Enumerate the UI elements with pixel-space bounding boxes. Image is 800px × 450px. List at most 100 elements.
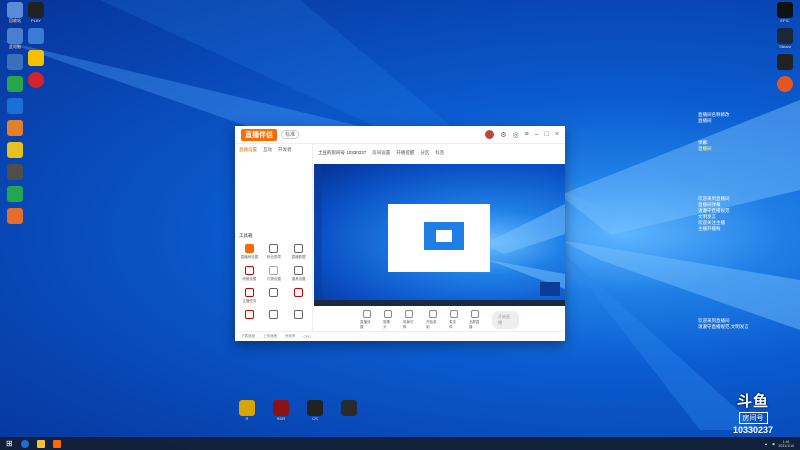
desktop-icon[interactable] [2, 186, 28, 203]
network-icon[interactable]: ▲ [764, 442, 767, 446]
tool-icon [244, 310, 254, 319]
close-icon[interactable]: × [555, 131, 559, 138]
desktop-icon[interactable] [23, 28, 49, 45]
system-tray: ▲ ◀ 1:41 2021/1/10 [764, 440, 794, 448]
desktop-icon[interactable] [23, 72, 49, 89]
task-icon [244, 288, 254, 297]
gift-icon [269, 266, 279, 275]
taskbar: ⊞ ▲ ◀ 1:41 2021/1/10 [0, 437, 800, 450]
desktop-icon[interactable] [336, 400, 362, 421]
left-tabs: 直播设置 互动 开发者 [235, 144, 312, 156]
avatar[interactable] [485, 130, 495, 139]
wechat-icon [7, 186, 23, 202]
camera-button[interactable]: 摄像头 [383, 310, 393, 330]
left-panel: 直播设置 互动 开发者 工具箱 直播间设置 粉丝勋章 直播数据 房管设置 礼物设… [235, 144, 313, 331]
room-meta-item[interactable]: 分区 [420, 150, 429, 156]
menu-icon[interactable]: ≡ [525, 131, 529, 138]
tool-item[interactable]: 道具设置 [286, 266, 311, 282]
desktop-icon[interactable] [2, 208, 28, 225]
settings-icon[interactable]: ⚙ [500, 131, 506, 139]
tool-item[interactable]: 礼物设置 [262, 266, 287, 282]
record-button[interactable]: 开始录制 [426, 310, 439, 330]
app-icon [28, 28, 44, 44]
desktop-icon[interactable] [772, 76, 798, 93]
tool-item[interactable] [286, 288, 311, 304]
explorer-taskbar-icon[interactable] [36, 439, 45, 448]
clock[interactable]: 1:41 2021/1/10 [778, 440, 794, 448]
app-icon [777, 76, 793, 92]
maximize-icon[interactable]: □ [545, 131, 549, 138]
live-settings-button[interactable]: 直播设置 [360, 310, 373, 330]
preview-desktop [314, 164, 565, 306]
tool-item[interactable]: 房管设置 [237, 266, 262, 282]
tool-item[interactable]: 直播数据 [286, 244, 311, 260]
app-icon [7, 120, 23, 136]
overlay-text-top: 直播间名称修改 直播间 [698, 112, 730, 123]
desktop-icon[interactable] [23, 50, 49, 67]
scene-button[interactable]: 场景切换 [403, 310, 416, 330]
mic-icon [450, 310, 459, 318]
tab-interact[interactable]: 互动 [263, 147, 272, 153]
app-icon [28, 2, 44, 18]
fullscreen-button[interactable]: 全屏直播 [469, 310, 482, 330]
app-icon [7, 164, 23, 180]
version-badge[interactable]: 标准 [281, 130, 300, 139]
room-meta-item[interactable]: 标签 [435, 150, 444, 156]
desktop-icon[interactable] [2, 120, 28, 137]
room-meta-item[interactable]: 房间设置 [372, 150, 390, 156]
room-settings-icon [244, 244, 254, 253]
desktop-icon[interactable]: RDR [268, 400, 294, 421]
desktop-icon[interactable] [2, 98, 28, 115]
tool-item[interactable] [237, 310, 262, 321]
data-icon [294, 244, 304, 253]
desktop-icons-bottom: R RDR CS [234, 400, 362, 426]
tool-item[interactable] [286, 310, 311, 321]
tool-item[interactable]: 主播任务 [237, 288, 262, 304]
tool-item[interactable] [262, 310, 287, 321]
app-icon [777, 54, 793, 70]
scene-icon [405, 310, 414, 318]
desktop-icon[interactable] [772, 54, 798, 71]
monitor-icon [362, 310, 371, 318]
tool-item[interactable]: 粉丝勋章 [262, 244, 287, 260]
desktop-icon[interactable]: EPIC [772, 2, 798, 23]
tool-item[interactable] [262, 288, 287, 304]
rdr-icon [273, 400, 289, 416]
desktop-icon[interactable]: PLAY [23, 2, 49, 23]
tab-live-settings[interactable]: 直播设置 [239, 147, 257, 153]
desktop-icon[interactable] [2, 142, 28, 159]
app-taskbar-icon[interactable] [52, 439, 61, 448]
skin-icon[interactable]: ◎ [513, 131, 519, 139]
app-icon [7, 142, 23, 158]
minimize-icon[interactable]: – [535, 131, 539, 138]
overlay-text-chat: 弹幕: 直播间 [698, 140, 712, 151]
desktop-icon[interactable]: Steam [772, 28, 798, 49]
netease-music-icon [28, 72, 44, 88]
tool-icon [294, 310, 304, 319]
tool-icon [269, 288, 279, 297]
desktop-icons-second: PLAY [21, 2, 51, 94]
room-number: 10330237 [732, 425, 774, 435]
tab-developer[interactable]: 开发者 [278, 147, 292, 153]
desktop-icons-right: EPIC Steam [770, 2, 800, 98]
start-live-button[interactable]: 开始直播 [492, 311, 519, 329]
desktop-icon[interactable] [2, 164, 28, 181]
desktop-icon[interactable]: CS [302, 400, 328, 421]
edge-taskbar-icon[interactable] [20, 439, 29, 448]
badge-icon [269, 244, 279, 253]
streaming-app-window[interactable]: 直播伴侣 标准 ⚙ ◎ ≡ – □ × 直播设置 互动 开发者 工具箱 直播间设… [235, 126, 565, 341]
overlay-text-mid: 欢迎来到直播间 直播间弹幕 请遵守直播规范 文明发言 欢迎关注主播 主播开播啦 [698, 196, 730, 231]
tool-icon [294, 288, 304, 297]
toolbox-title: 工具箱 [239, 233, 253, 238]
room-meta-item[interactable]: 开播提醒 [396, 150, 414, 156]
windows-start-icon[interactable]: ⊞ [6, 439, 13, 448]
mic-button[interactable]: 麦克风 [449, 310, 459, 330]
room-title: 土豆的房间号 10330237 [318, 150, 367, 155]
title-bar: 直播伴侣 标准 ⚙ ◎ ≡ – □ × [235, 126, 565, 144]
game-icon [341, 400, 357, 416]
tool-item[interactable]: 直播间设置 [237, 244, 262, 260]
volume-icon[interactable]: ◀ [772, 442, 775, 446]
desktop-icon[interactable]: R [234, 400, 260, 421]
stream-preview[interactable] [314, 164, 565, 306]
admin-icon [244, 266, 254, 275]
